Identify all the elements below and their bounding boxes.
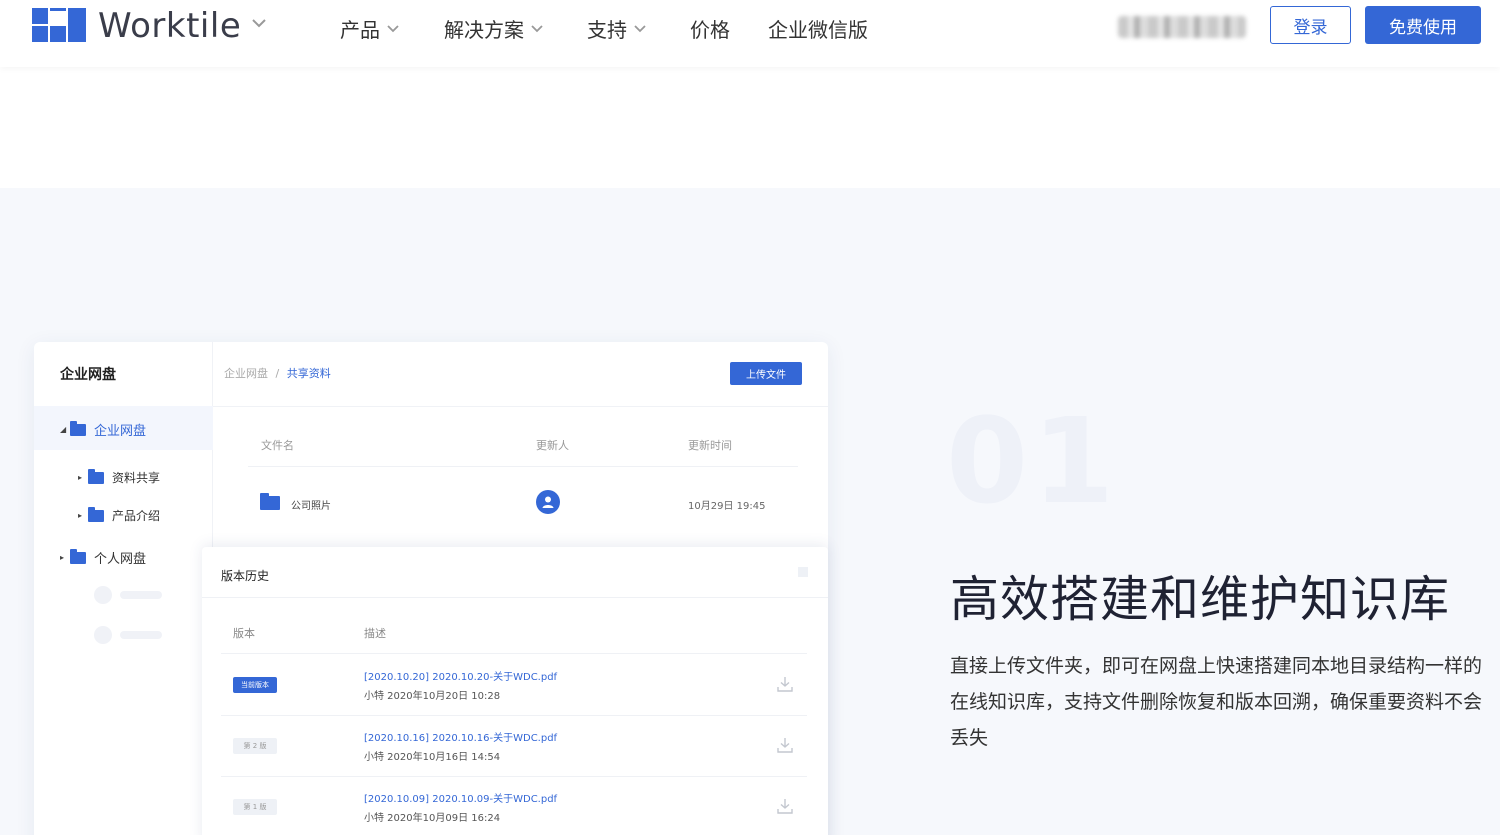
user-icon (542, 496, 554, 508)
download-icon[interactable] (776, 675, 794, 693)
folder-icon (70, 548, 86, 564)
nav-support[interactable]: 支持 (587, 14, 647, 43)
top-header: Worktile 产品 解决方案 支持 价格 企业微信版 登录 免费使用 (0, 0, 1500, 67)
mockup-sidebar: 企业网盘 ◢ 企业网盘 ▸ 资料共享 ▸ 产品介绍 ▸ 个人网盘 (34, 342, 213, 835)
chevron-down-icon[interactable] (250, 14, 268, 32)
nav-wecom[interactable]: 企业微信版 (768, 14, 868, 43)
blurred-phone-number (1118, 16, 1246, 38)
toolbar-divider (213, 406, 828, 407)
brand-name[interactable]: Worktile (98, 6, 241, 46)
skeleton-bar (120, 591, 162, 599)
nav-wecom-label: 企业微信版 (768, 18, 868, 42)
feature-title: 高效搭建和维护知识库 (950, 571, 1451, 628)
file-name[interactable]: 公司照片 (291, 497, 331, 512)
version-history-panel: 版本历史 版本 描述 当前版本 [2020.10.20] 2020.10.20-… (202, 547, 828, 835)
version-meta: 小特 2020年10月20日 10:28 (364, 691, 501, 702)
nav-solutions-label: 解决方案 (444, 18, 524, 42)
close-icon[interactable] (798, 567, 808, 577)
column-header-filename: 文件名 (261, 439, 294, 452)
feature-description: 直接上传文件夹，即可在网盘上快速搭建同本地目录结构一样的在线知识库，支持文件删除… (950, 655, 1483, 749)
worktile-logo-icon[interactable] (32, 8, 86, 42)
tree-item-products[interactable]: ▸ 产品介绍 (78, 506, 161, 524)
nav-pricing-label: 价格 (690, 18, 730, 42)
row-divider (221, 776, 807, 777)
breadcrumb-current: 共享资料 (286, 367, 331, 380)
sidebar-title: 企业网盘 (60, 367, 116, 383)
version-badge-current: 当前版本 (233, 677, 277, 693)
nav-product[interactable]: 产品 (340, 14, 400, 43)
nav-solutions[interactable]: 解决方案 (444, 14, 544, 43)
chevron-down-icon (531, 24, 543, 32)
column-header-updater: 更新人 (536, 439, 569, 452)
folder-icon (260, 493, 280, 514)
tree-item-personal-drive[interactable]: ▸ 个人网盘 (60, 548, 146, 567)
column-header-version: 版本 (233, 627, 255, 640)
version-file-link[interactable]: [2020.10.16] 2020.10.16-关于WDC.pdf (364, 729, 557, 744)
breadcrumb: 企业网盘 / 共享资料 (224, 365, 331, 381)
version-badge: 第 1 版 (233, 799, 277, 815)
caret-right-icon: ▸ (78, 473, 83, 482)
breadcrumb-root[interactable]: 企业网盘 (224, 367, 268, 380)
skeleton-bar (120, 631, 162, 639)
caret-down-icon: ◢ (60, 425, 67, 434)
file-updated-time: 10月29日 19:45 (688, 501, 766, 512)
nav-pricing[interactable]: 价格 (690, 14, 730, 43)
folder-icon (70, 420, 86, 436)
tree-item-shared[interactable]: ▸ 资料共享 (78, 468, 161, 486)
chevron-down-icon (387, 24, 399, 32)
avatar (536, 490, 560, 514)
folder-icon (88, 506, 104, 522)
version-badge: 第 2 版 (233, 738, 277, 754)
upload-file-button[interactable]: 上传文件 (730, 362, 802, 385)
tree-item-label: 个人网盘 (94, 552, 147, 567)
column-header-updated-time: 更新时间 (688, 439, 732, 452)
nav-product-label: 产品 (340, 18, 380, 42)
row-divider (221, 715, 807, 716)
caret-right-icon: ▸ (78, 511, 83, 520)
breadcrumb-separator: / (275, 367, 280, 380)
download-icon[interactable] (776, 797, 794, 815)
login-button[interactable]: 登录 (1270, 6, 1351, 44)
skeleton-dot (94, 586, 112, 604)
tree-item-company-drive[interactable]: ◢ 企业网盘 (60, 420, 146, 439)
table-header-divider (248, 466, 798, 467)
version-file-link[interactable]: [2020.10.20] 2020.10.20-关于WDC.pdf (364, 668, 557, 683)
panel-title: 版本历史 (221, 569, 270, 583)
row-divider (221, 653, 807, 654)
column-header-description: 描述 (364, 627, 386, 640)
version-meta: 小特 2020年10月16日 14:54 (364, 752, 501, 763)
feature-number: 01 (946, 392, 1119, 530)
nav-support-label: 支持 (587, 18, 627, 42)
caret-right-icon: ▸ (60, 553, 65, 562)
free-trial-button[interactable]: 免费使用 (1365, 6, 1481, 44)
chevron-down-icon (634, 24, 646, 32)
tree-item-label: 产品介绍 (112, 509, 161, 523)
panel-divider (202, 597, 828, 598)
skeleton-dot (94, 626, 112, 644)
download-icon[interactable] (776, 736, 794, 754)
folder-icon (88, 468, 104, 484)
tree-item-label: 资料共享 (112, 471, 161, 485)
version-meta: 小特 2020年10月09日 16:24 (364, 813, 501, 824)
tree-item-label: 企业网盘 (94, 424, 147, 439)
version-file-link[interactable]: [2020.10.09] 2020.10.09-关于WDC.pdf (364, 790, 557, 805)
